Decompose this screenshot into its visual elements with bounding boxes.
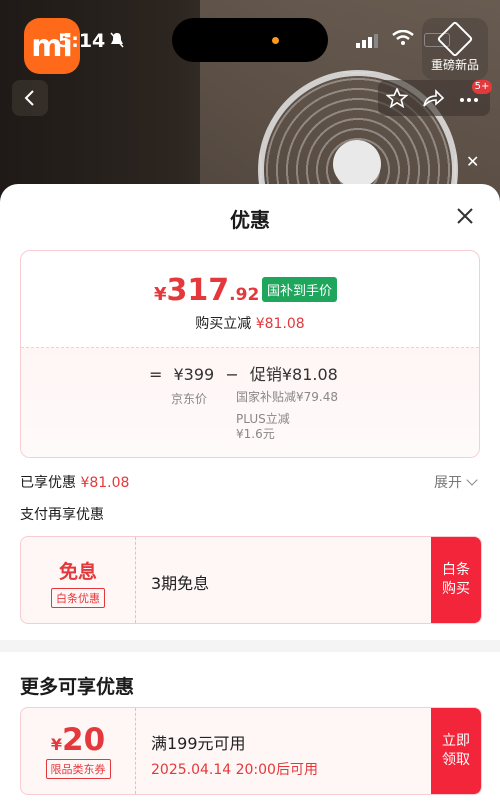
claim-coupon-button[interactable]: 立即 领取 bbox=[431, 708, 481, 794]
coupon-amount: ¥20 bbox=[21, 722, 135, 758]
baitiao-tag: 白条优惠 bbox=[51, 588, 105, 608]
price-formula: = ¥399 − 促销¥81.08 bbox=[149, 361, 344, 385]
pay-discount-title: 支付再享优惠 bbox=[20, 507, 104, 523]
island-indicator bbox=[272, 37, 279, 44]
section-divider bbox=[0, 640, 500, 652]
interest-free-label: 免息 bbox=[58, 561, 97, 583]
plus-discount-amount: ¥1.6元 bbox=[236, 427, 275, 441]
expand-label: 展开 bbox=[434, 475, 462, 491]
price-breakdown: = ¥399 − 促销¥81.08 京东价 国家补贴减¥79.48 PLUS立减… bbox=[21, 347, 479, 457]
reduction-label: 购买立减 bbox=[195, 316, 252, 332]
diamond-icon bbox=[436, 20, 474, 58]
more-discounts-title: 更多可享优惠 bbox=[20, 676, 135, 698]
promo-amount: ¥81.08 bbox=[281, 365, 338, 384]
share-icon[interactable] bbox=[422, 88, 444, 108]
sheet-title: 优惠 bbox=[230, 208, 270, 232]
status-time: 5:14 bbox=[58, 30, 106, 52]
favorite-star-icon[interactable] bbox=[386, 88, 408, 108]
equals-sign: = bbox=[149, 365, 163, 384]
discount-sheet: 优惠 ¥317.92 国补到手价 购买立减 ¥81.08 = ¥399 − 促销… bbox=[0, 184, 500, 805]
enjoyed-label: 已享优惠 bbox=[20, 475, 76, 491]
base-price: ¥399 bbox=[173, 365, 215, 384]
interest-free-coupon: 免息 白条优惠 3期免息 白条 购买 bbox=[20, 536, 482, 624]
national-subsidy-item: 国家补贴减¥79.48 bbox=[236, 390, 338, 404]
subsidy-price-tag: 国补到手价 bbox=[262, 277, 338, 302]
more-count-badge: 5+ bbox=[472, 80, 492, 94]
chevron-down-icon bbox=[466, 474, 478, 486]
signal-icon bbox=[356, 34, 378, 48]
coupon-value: 20 bbox=[62, 722, 106, 758]
promo-label: 促销 bbox=[249, 365, 282, 384]
mute-bell-icon bbox=[110, 32, 124, 48]
jd-price-label: 京东价 bbox=[171, 392, 208, 406]
price-card: ¥317.92 国补到手价 购买立减 ¥81.08 = ¥399 − 促销¥81… bbox=[20, 250, 480, 458]
purchase-reduction: 购买立减 ¥81.08 bbox=[21, 313, 479, 333]
expand-button[interactable]: 展开 bbox=[434, 472, 478, 492]
coupon-left: ¥20 限品类东券 bbox=[21, 708, 136, 794]
floating-close-icon[interactable]: ✕ bbox=[466, 152, 479, 171]
price-integer: 317 bbox=[166, 273, 230, 308]
chevron-left-icon bbox=[24, 90, 34, 106]
dynamic-island bbox=[172, 18, 328, 62]
store-coupon: ¥20 限品类东券 满199元可用 2025.04.14 20:00后可用 立即… bbox=[20, 707, 482, 795]
minus-sign: − bbox=[225, 365, 239, 384]
coupon-condition: 满199元可用 bbox=[151, 734, 246, 753]
installment-desc: 3期免息 bbox=[151, 574, 210, 593]
new-badge-label: 重磅新品 bbox=[430, 58, 479, 72]
back-button[interactable] bbox=[12, 80, 48, 116]
new-product-badge[interactable]: 重磅新品 bbox=[422, 18, 488, 80]
price-summary: ¥317.92 国补到手价 购买立减 ¥81.08 bbox=[21, 251, 479, 347]
final-price: ¥317.92 bbox=[154, 273, 259, 308]
currency-symbol: ¥ bbox=[154, 284, 167, 305]
price-decimal: .92 bbox=[229, 285, 260, 305]
coupon-left: 免息 白条优惠 bbox=[21, 537, 136, 623]
plus-discount-label: PLUS立减 bbox=[236, 412, 290, 426]
coupon-category-tag: 限品类东券 bbox=[45, 759, 111, 779]
coupon-currency: ¥ bbox=[50, 735, 62, 754]
reduction-amount: ¥81.08 bbox=[255, 316, 305, 332]
enjoyed-discount: 已享优惠 ¥81.08 bbox=[20, 472, 129, 492]
coupon-valid-time: 2025.04.14 20:00后可用 bbox=[151, 762, 318, 778]
wifi-icon bbox=[392, 30, 414, 45]
close-icon[interactable] bbox=[455, 206, 475, 226]
baitiao-buy-button[interactable]: 白条 购买 bbox=[431, 537, 481, 623]
enjoyed-amount: ¥81.08 bbox=[80, 475, 130, 491]
fan-hub bbox=[333, 140, 381, 188]
